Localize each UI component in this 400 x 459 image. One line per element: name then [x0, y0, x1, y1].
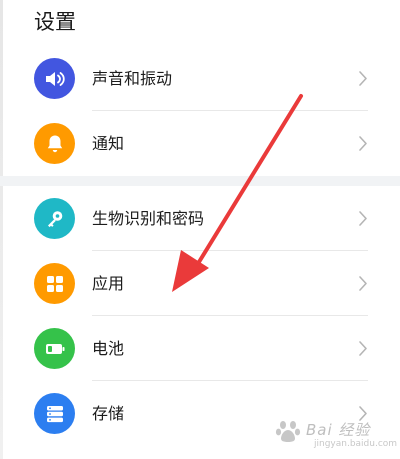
settings-item-apps[interactable]: 应用 [0, 251, 400, 316]
settings-item-label: 存储 [92, 404, 125, 423]
watermark-url: jingyan.baidu.com [314, 439, 398, 449]
chevron-right-icon [359, 341, 367, 356]
settings-group-2: 生物识别和密码 应用 电池 存储 [0, 186, 400, 446]
apps-grid-icon [46, 275, 63, 292]
apps-icon-bg [34, 263, 75, 304]
settings-item-label: 通知 [92, 134, 125, 153]
battery-icon-bg [34, 328, 75, 369]
settings-item-label: 声音和振动 [92, 69, 173, 88]
chevron-right-icon [359, 71, 367, 86]
chevron-right-icon [359, 211, 367, 226]
watermark-text: Bai 经验 [306, 421, 371, 439]
chevron-right-icon [359, 136, 367, 151]
storage-icon-bg [34, 393, 75, 434]
key-icon [47, 210, 62, 227]
group-separator [0, 176, 400, 186]
settings-group-1: 声音和振动 通知 [0, 46, 400, 176]
settings-screen: 设置 声音和振动 通知 生物识别和密码 应用 电池 存储 Bai 经验 jing… [0, 0, 400, 459]
speaker-icon [45, 71, 65, 86]
paw-logo-icon [275, 421, 301, 442]
page-title: 设置 [34, 10, 76, 34]
settings-item-notifications[interactable]: 通知 [0, 111, 400, 176]
bell-icon [47, 135, 62, 152]
watermark: Bai 经验 jingyan.baidu.com [272, 413, 397, 455]
storage-icon [46, 405, 63, 422]
biometric-icon-bg [34, 198, 75, 239]
settings-item-label: 电池 [92, 339, 125, 358]
settings-item-battery[interactable]: 电池 [0, 316, 400, 381]
battery-icon [45, 343, 64, 354]
settings-item-sound[interactable]: 声音和振动 [0, 46, 400, 111]
settings-item-label: 生物识别和密码 [92, 209, 205, 228]
settings-item-label: 应用 [92, 274, 125, 293]
settings-item-biometrics[interactable]: 生物识别和密码 [0, 186, 400, 251]
sound-icon-bg [34, 58, 75, 99]
notify-icon-bg [34, 123, 75, 164]
chevron-right-icon [359, 276, 367, 291]
